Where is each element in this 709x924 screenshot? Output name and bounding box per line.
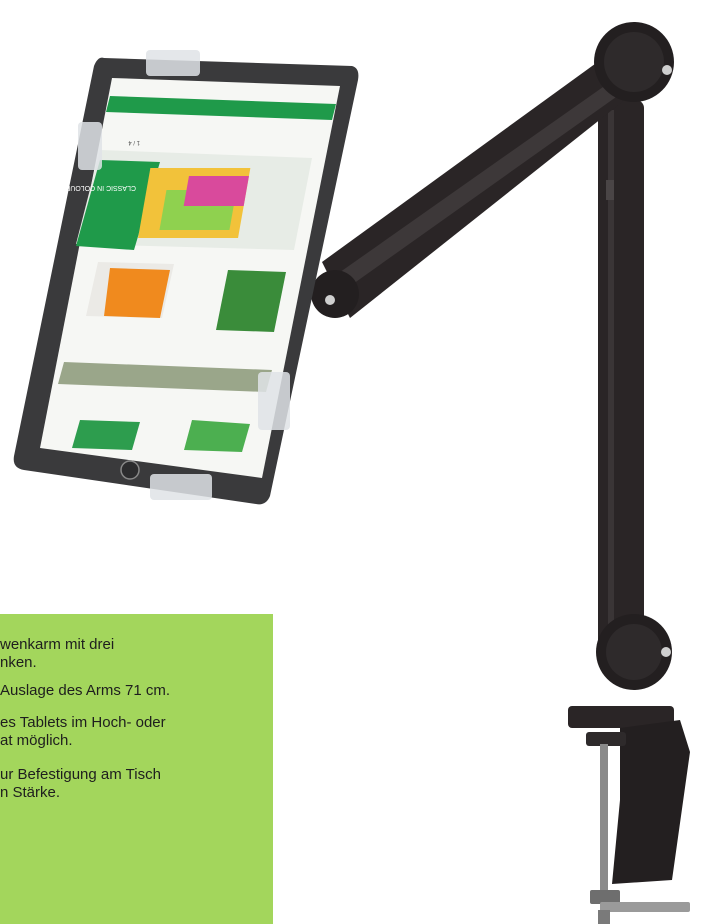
tablet [13, 50, 359, 505]
info-line-4: ur Befestigung am Tisch n Stärke. [0, 766, 161, 801]
info-line-2: Auslage des Arms 71 cm. [0, 682, 171, 699]
info-line-3: es Tablets im Hoch- oder at möglich. [0, 714, 166, 749]
arm-vertical [598, 100, 644, 660]
info-line-1: wenkarm mit drei nken. [0, 636, 115, 671]
desk-clamp [568, 706, 690, 924]
tablet-hero-title: CLASSIC IN COLOURS [60, 184, 136, 191]
tablet-page-number: 1 / 4 [128, 139, 140, 145]
tablet-brand: Leitz [279, 105, 300, 116]
